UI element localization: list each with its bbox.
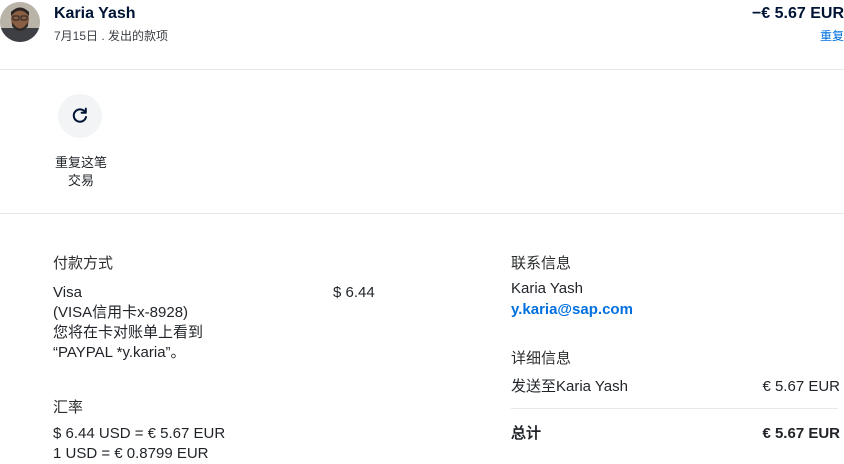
header-divider [0, 69, 844, 70]
statement-note: 您将在卡对账单上看到 [53, 324, 204, 341]
payment-method-heading: 付款方式 [53, 255, 114, 272]
statement-descriptor: “PAYPAL *y.karia”。 [53, 344, 186, 361]
total-amount: € 5.67 EUR [762, 425, 840, 442]
transaction-amount: −€ 5.67 EUR [751, 5, 844, 22]
sent-to-label: 发送至Karia Yash [511, 378, 628, 395]
section-divider [0, 213, 844, 214]
details-divider [511, 408, 838, 409]
avatar [0, 2, 40, 42]
payment-card-info: (VISA信用卡x-8928) [53, 304, 189, 321]
counterparty-name: Karia Yash [54, 5, 136, 22]
contact-name: Karia Yash [511, 280, 583, 297]
exchange-rate-line2: 1 USD = € 0.8799 EUR [53, 445, 209, 462]
contact-email-link[interactable]: y.karia@sap.com [511, 301, 633, 318]
refresh-icon [72, 107, 87, 123]
details-heading: 详细信息 [511, 350, 572, 367]
repeat-link[interactable]: 重复 [820, 27, 844, 44]
avatar-photo [0, 2, 40, 42]
repeat-transaction-label[interactable]: 重复这笔交易 [50, 154, 112, 190]
transaction-subtitle: 7月15日 . 发出的款项 [54, 29, 169, 43]
repeat-transaction-button[interactable] [58, 94, 102, 138]
exchange-rate-line1: $ 6.44 USD = € 5.67 EUR [53, 425, 226, 442]
payment-amount: $ 6.44 [333, 284, 375, 301]
sent-to-amount: € 5.67 EUR [762, 378, 840, 395]
exchange-rate-heading: 汇率 [53, 399, 84, 416]
total-label: 总计 [511, 425, 542, 442]
contact-info-heading: 联系信息 [511, 255, 572, 272]
payment-method-name: Visa [53, 284, 82, 301]
